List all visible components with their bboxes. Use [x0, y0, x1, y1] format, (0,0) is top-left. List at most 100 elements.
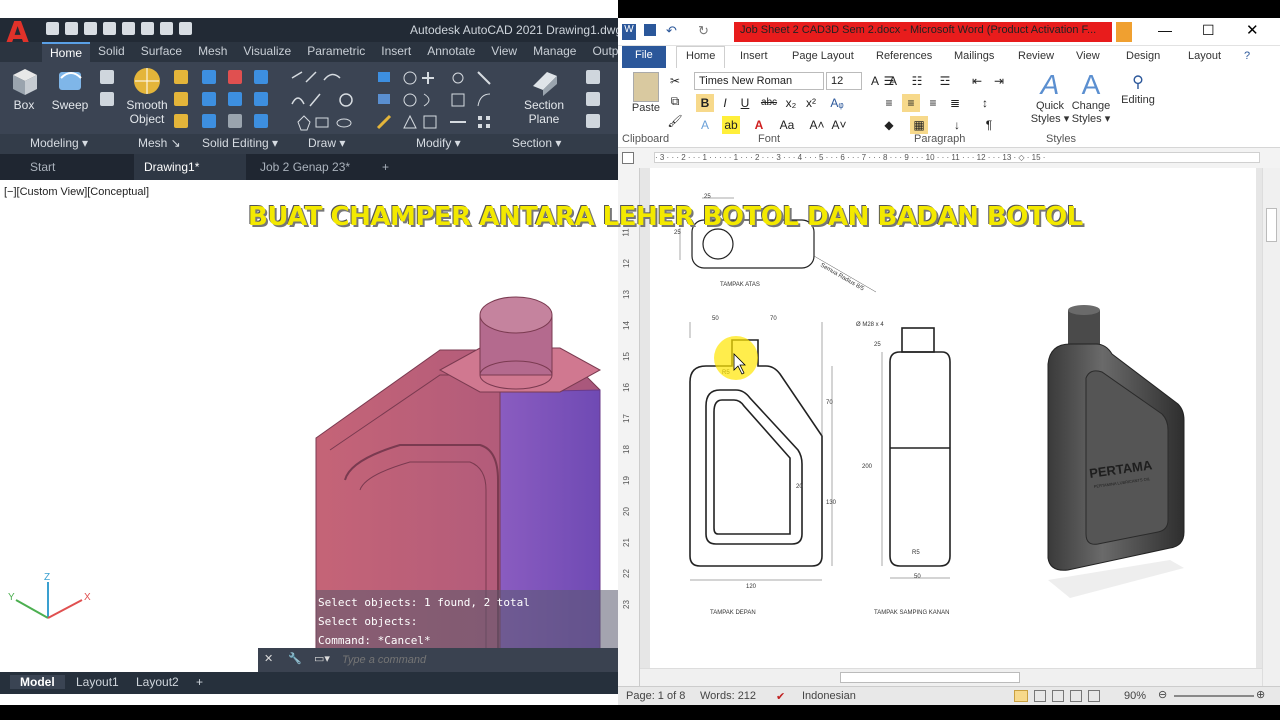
word-count[interactable]: Words: 212: [700, 690, 756, 702]
wrench-icon[interactable]: 🔧: [288, 652, 302, 665]
panel-solid-editing[interactable]: Solid Editing ▾: [202, 136, 278, 150]
show-marks-icon[interactable]: ¶: [980, 116, 998, 134]
italic-button[interactable]: I: [716, 94, 734, 112]
copy-icon[interactable]: ⧉: [666, 92, 684, 110]
multilevel-list-icon[interactable]: ☲: [936, 72, 954, 90]
panel-modify[interactable]: Modify ▾: [416, 136, 461, 150]
strikethrough-button[interactable]: abc: [760, 94, 778, 112]
font-name-select[interactable]: Times New Roman: [694, 72, 824, 90]
command-prompt-icon[interactable]: ▭▾: [314, 652, 330, 665]
tab-selector-icon[interactable]: [622, 152, 634, 164]
zoom-level[interactable]: 90%: [1124, 690, 1146, 702]
tab-review[interactable]: Review: [1018, 50, 1054, 62]
bold-button[interactable]: B: [696, 94, 714, 112]
tab-view[interactable]: View: [1076, 50, 1100, 62]
subscript-button[interactable]: x₂: [782, 94, 800, 112]
document-page[interactable]: 25 25 Semua Radius 8/5 TAMPAK ATAS 50 70…: [650, 168, 1256, 686]
doc-tab-drawing1[interactable]: Drawing1*: [134, 154, 246, 180]
extrude-faces-icon[interactable]: [254, 92, 268, 106]
cut-icon[interactable]: ✂: [666, 72, 684, 90]
tab-model[interactable]: Model: [10, 675, 65, 689]
tab-output[interactable]: Outp: [584, 42, 618, 62]
align-right-icon[interactable]: ≡: [924, 94, 942, 112]
vertical-ruler[interactable]: 11 12 13 14 15 16 17 18 19 20 21 22 23: [618, 168, 640, 686]
panel-section[interactable]: Section ▾: [512, 136, 561, 150]
grow-font2-icon[interactable]: A˄: [808, 116, 826, 134]
minimize-icon[interactable]: —: [1158, 22, 1172, 38]
new-file-icon[interactable]: [46, 22, 59, 35]
add-layout-button[interactable]: +: [196, 675, 203, 689]
tab-file[interactable]: File: [622, 46, 666, 68]
tab-home[interactable]: Home: [676, 46, 726, 69]
panel-draw[interactable]: Draw ▾: [308, 136, 345, 150]
mesh-refine-icon[interactable]: [174, 114, 188, 128]
close-icon[interactable]: ✕: [1246, 21, 1259, 39]
page-count[interactable]: Page: 1 of 8: [626, 690, 685, 702]
mesh-icon[interactable]: [174, 70, 188, 84]
tab-solid[interactable]: Solid: [90, 42, 133, 62]
smooth-object-button[interactable]: Smooth Object: [124, 66, 170, 126]
shading-icon[interactable]: ◆: [880, 116, 898, 134]
activation-icon[interactable]: [1116, 22, 1132, 42]
tab-visualize[interactable]: Visualize: [235, 42, 299, 62]
change-case-icon[interactable]: Aa: [778, 116, 796, 134]
thicken-icon[interactable]: [228, 114, 242, 128]
tab-insert[interactable]: Insert: [740, 50, 768, 62]
doc-tab-start[interactable]: Start: [20, 154, 130, 180]
undo-icon[interactable]: [160, 22, 173, 35]
save-icon[interactable]: [84, 22, 97, 35]
zoom-in-icon[interactable]: ⊕: [1256, 688, 1265, 701]
redo-icon[interactable]: [179, 22, 192, 35]
panel-mesh[interactable]: Mesh ↘: [138, 136, 181, 150]
loft-icon[interactable]: [100, 92, 114, 106]
sweep-button[interactable]: Sweep: [50, 66, 90, 112]
highlight-icon[interactable]: ab: [722, 116, 740, 134]
tab-design[interactable]: Design: [1126, 50, 1160, 62]
web-layout-icon[interactable]: [1052, 690, 1064, 702]
union-icon[interactable]: [202, 70, 216, 84]
text-effects-icon[interactable]: A: [696, 116, 714, 134]
extrude-icon[interactable]: [100, 70, 114, 84]
section-plane-button[interactable]: Section Plane: [520, 66, 568, 126]
redo-icon[interactable]: ↻: [698, 23, 709, 39]
new-tab-button[interactable]: +: [372, 154, 402, 180]
tab-home[interactable]: Home: [42, 42, 91, 62]
slice-icon[interactable]: [228, 92, 242, 106]
zoom-out-icon[interactable]: ⊖: [1158, 688, 1167, 701]
underline-button[interactable]: U: [736, 94, 754, 112]
quick-styles-button[interactable]: A Quick Styles ▾: [1028, 70, 1072, 126]
font-color-icon[interactable]: A: [750, 116, 768, 134]
print-icon[interactable]: [141, 22, 154, 35]
web-icon[interactable]: [122, 22, 135, 35]
font-size-select[interactable]: 12: [826, 72, 862, 90]
hscroll-thumb[interactable]: [840, 672, 1020, 683]
intersect-icon[interactable]: [202, 114, 216, 128]
tab-parametric[interactable]: Parametric: [299, 42, 373, 62]
outline-icon[interactable]: [1070, 690, 1082, 702]
proofing-icon[interactable]: ✔: [776, 690, 785, 703]
numbering-icon[interactable]: ☷: [908, 72, 926, 90]
paste-button[interactable]: Paste: [626, 72, 666, 114]
horizontal-scrollbar[interactable]: [640, 668, 1262, 686]
separate-icon[interactable]: [254, 114, 268, 128]
section-tool-icon[interactable]: [586, 70, 600, 84]
interfere-icon[interactable]: [228, 70, 242, 84]
justify-icon[interactable]: ≣: [946, 94, 964, 112]
change-styles-button[interactable]: A Change Styles ▾: [1068, 70, 1114, 126]
align-left-icon[interactable]: ≡: [880, 94, 898, 112]
tab-view[interactable]: View: [483, 42, 525, 62]
tab-surface[interactable]: Surface: [133, 42, 190, 62]
section-tool3-icon[interactable]: [586, 114, 600, 128]
subtract-icon[interactable]: [202, 92, 216, 106]
tab-manage[interactable]: Manage: [525, 42, 584, 62]
tab-layout2[interactable]: Layout2: [136, 675, 179, 689]
superscript-button[interactable]: x²: [802, 94, 820, 112]
editing-button[interactable]: ⚲ Editing: [1118, 72, 1158, 106]
draft-icon[interactable]: [1088, 690, 1100, 702]
save-as-icon[interactable]: [103, 22, 116, 35]
language[interactable]: Indonesian: [802, 690, 856, 702]
print-layout-icon[interactable]: [1014, 690, 1028, 702]
open-file-icon[interactable]: [65, 22, 78, 35]
tab-layout[interactable]: Layout: [1188, 50, 1221, 62]
save-icon[interactable]: [644, 24, 656, 36]
